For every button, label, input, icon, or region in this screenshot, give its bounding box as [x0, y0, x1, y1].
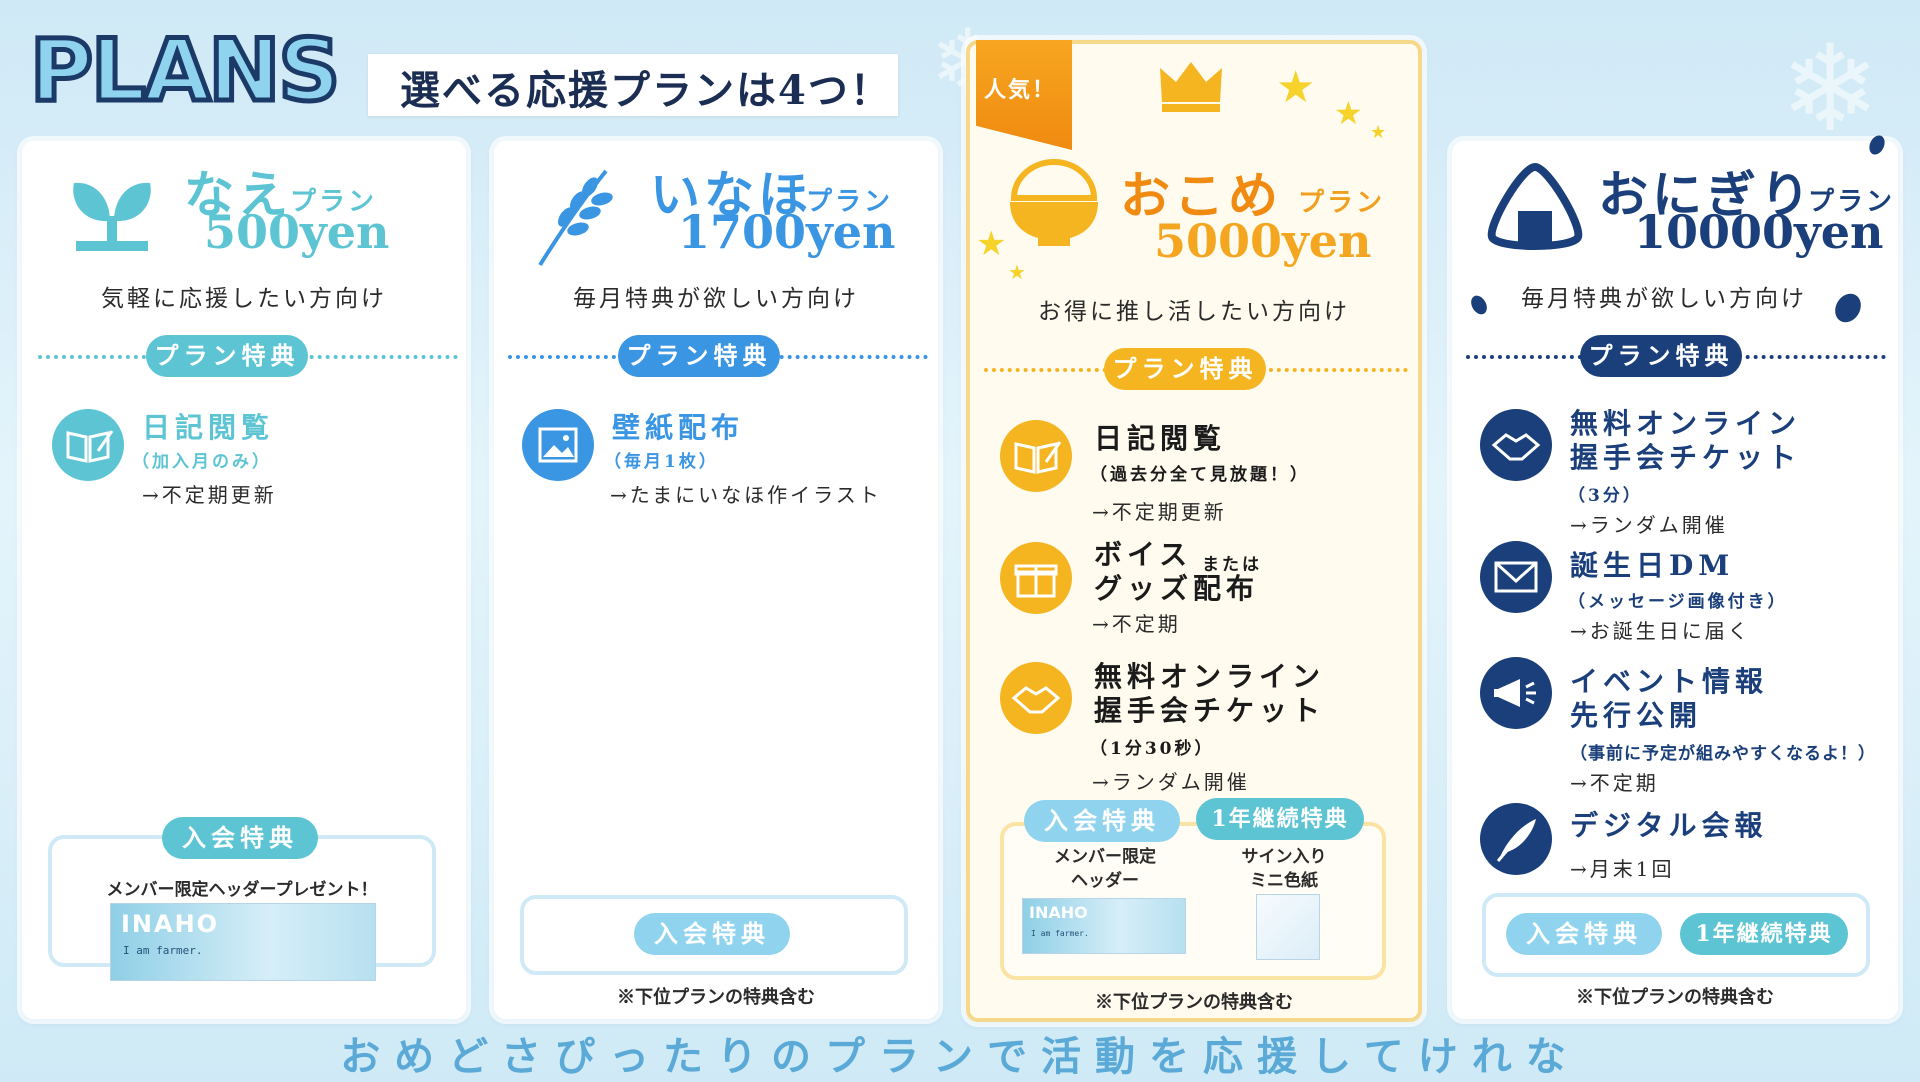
- join-benefit-label: 入会特典: [1506, 913, 1662, 955]
- star-icon: ★: [1008, 260, 1026, 284]
- star-icon: ★: [1370, 122, 1387, 143]
- benefit-sub: （3分）: [1568, 486, 1643, 506]
- benefit-desc: →不定期: [1570, 771, 1659, 795]
- benefit-title: 日記閲覧: [142, 411, 275, 444]
- plan-card-onigiri[interactable]: おにぎり プラン 10000yen 毎月特典が欲しい方向け プラン特典 無料オン…: [1452, 132, 1898, 1019]
- benefit-sub: （加入月のみ）: [132, 452, 272, 472]
- benefit-desc: →不定期: [1092, 612, 1181, 636]
- image-icon: [522, 409, 594, 481]
- header-image: INAHO I am farmer.: [1022, 898, 1186, 954]
- plan-card-nae[interactable]: なえ プラン 500yen 気軽に応援したい方向け プラン特典 日記閲覧 （加入…: [22, 141, 466, 1019]
- benefit-title: グッズ配布: [1094, 572, 1260, 605]
- benefit-title: イベント情報: [1570, 665, 1769, 698]
- benefit-title: デジタル会報: [1570, 809, 1768, 842]
- header-image-title: INAHO: [121, 910, 220, 938]
- benefit-title: 握手会チケット: [1094, 694, 1326, 727]
- snowflake-decoration: ❄: [1780, 20, 1881, 159]
- join-benefit-text: メンバー限定ヘッダープレゼント！: [106, 880, 378, 900]
- join-benefit-text: ヘッダー: [1071, 871, 1139, 891]
- lower-plan-note: ※下位プランの特典含む: [1576, 987, 1774, 1008]
- megaphone-icon: [1480, 657, 1552, 729]
- join-benefit-label: 入会特典: [1024, 800, 1180, 842]
- feather-pen-icon: [1480, 803, 1552, 875]
- handshake-icon: [1480, 409, 1552, 481]
- benefit-sub: （1分30秒）: [1090, 739, 1215, 759]
- benefit-desc: →不定期更新: [142, 483, 277, 507]
- benefit-desc: →お誕生日に届く: [1570, 619, 1751, 643]
- tagline: 選べる応援プランは4つ！: [400, 67, 892, 114]
- header-image: INAHO I am farmer.: [110, 903, 376, 981]
- continuation-benefit-label: 1年継続特典: [1680, 913, 1848, 955]
- book-icon: [52, 409, 124, 481]
- plan-audience: 毎月特典が欲しい方向け: [573, 286, 859, 312]
- header-image-title: INAHO: [1029, 903, 1088, 922]
- sprout-icon: [73, 182, 151, 251]
- plan-price: 5000yen: [1154, 214, 1372, 268]
- benefit-sub: （毎月1枚）: [604, 452, 719, 472]
- benefit-title: 日記閲覧: [1094, 422, 1227, 455]
- handshake-icon: [1000, 662, 1072, 734]
- plan-benefit-label: プラン特典: [1580, 335, 1742, 377]
- signed-card-image: [1256, 894, 1320, 960]
- book-icon: [1000, 420, 1072, 492]
- join-benefit-label: 入会特典: [634, 913, 790, 955]
- rice-ear-icon: [538, 169, 613, 267]
- lower-plan-note: ※下位プランの特典含む: [1095, 992, 1293, 1013]
- star-icon: ★: [1276, 62, 1316, 113]
- plan-price: 10000yen: [1634, 205, 1884, 259]
- lower-plan-note: ※下位プランの特典含む: [617, 987, 815, 1008]
- benefit-title: 誕生日DM: [1570, 549, 1735, 582]
- benefit-title: 先行公開: [1570, 699, 1703, 732]
- plan-price: 500yen: [204, 205, 390, 259]
- plan-benefit-label: プラン特典: [1104, 348, 1266, 390]
- plan-audience: お得に推し活したい方向け: [1038, 299, 1350, 325]
- benefit-sub: （メッセージ画像付き）: [1568, 592, 1788, 612]
- popular-badge-text: 人気！: [984, 77, 1057, 103]
- plans-logo: PLANS: [28, 24, 343, 112]
- star-icon: ★: [1334, 94, 1363, 132]
- continuation-benefit-label: 1年継続特典: [1196, 798, 1364, 840]
- plan-benefit-label: プラン特典: [146, 335, 308, 377]
- header-image-sub: I am farmer.: [1031, 929, 1089, 938]
- benefit-title: ボイス: [1094, 538, 1193, 571]
- benefit-title: 壁紙配布: [612, 411, 745, 444]
- plan-card-okome[interactable]: 人気！ ★ ★ ★ ★ ★ おこめ プラン 5000yen お得に推し活したい方…: [966, 40, 1422, 1022]
- benefit-desc: →たまにいなほ作イラスト: [610, 483, 882, 507]
- benefit-title: 無料オンライン: [1094, 660, 1326, 693]
- rice-bowl-icon: [1010, 159, 1098, 246]
- benefit-desc: →ランダム開催: [1570, 513, 1728, 537]
- benefit-desc: →月末1回: [1570, 857, 1675, 881]
- header-image-sub: I am farmer.: [123, 944, 203, 957]
- plan-card-inaho[interactable]: いなほ プラン 1700yen 毎月特典が欲しい方向け プラン特典 壁紙配布 （…: [494, 141, 938, 1019]
- plan-audience: 気軽に応援したい方向け: [101, 286, 387, 312]
- benefit-sub: （過去分全て見放題！）: [1090, 465, 1310, 485]
- plan-price: 1700yen: [678, 205, 896, 259]
- continuation-benefit-text: ミニ色紙: [1250, 871, 1318, 891]
- plan-audience: 毎月特典が欲しい方向け: [1521, 286, 1807, 312]
- benefit-title: 無料オンライン: [1570, 407, 1802, 440]
- crown-icon: [1160, 62, 1222, 112]
- footer-message: おめどさぴったりのプランで活動を応援してけれな: [340, 1034, 1580, 1080]
- star-icon: ★: [976, 224, 1007, 264]
- plans-logo-text: PLANS: [30, 24, 338, 112]
- benefit-sub: （事前に予定が組みやすくなるよ！）: [1570, 744, 1876, 764]
- benefit-desc: →ランダム開催: [1092, 770, 1250, 794]
- join-benefit-label: 入会特典: [162, 817, 318, 859]
- plan-benefit-label: プラン特典: [618, 335, 780, 377]
- gift-icon: [1000, 542, 1072, 614]
- continuation-benefit-text: サイン入り: [1241, 847, 1327, 867]
- benefit-desc: →不定期更新: [1092, 500, 1227, 524]
- mail-icon: [1480, 541, 1552, 613]
- benefit-title: 握手会チケット: [1570, 441, 1802, 474]
- join-benefit-text: メンバー限定: [1054, 847, 1156, 867]
- onigiri-icon: [1487, 162, 1583, 250]
